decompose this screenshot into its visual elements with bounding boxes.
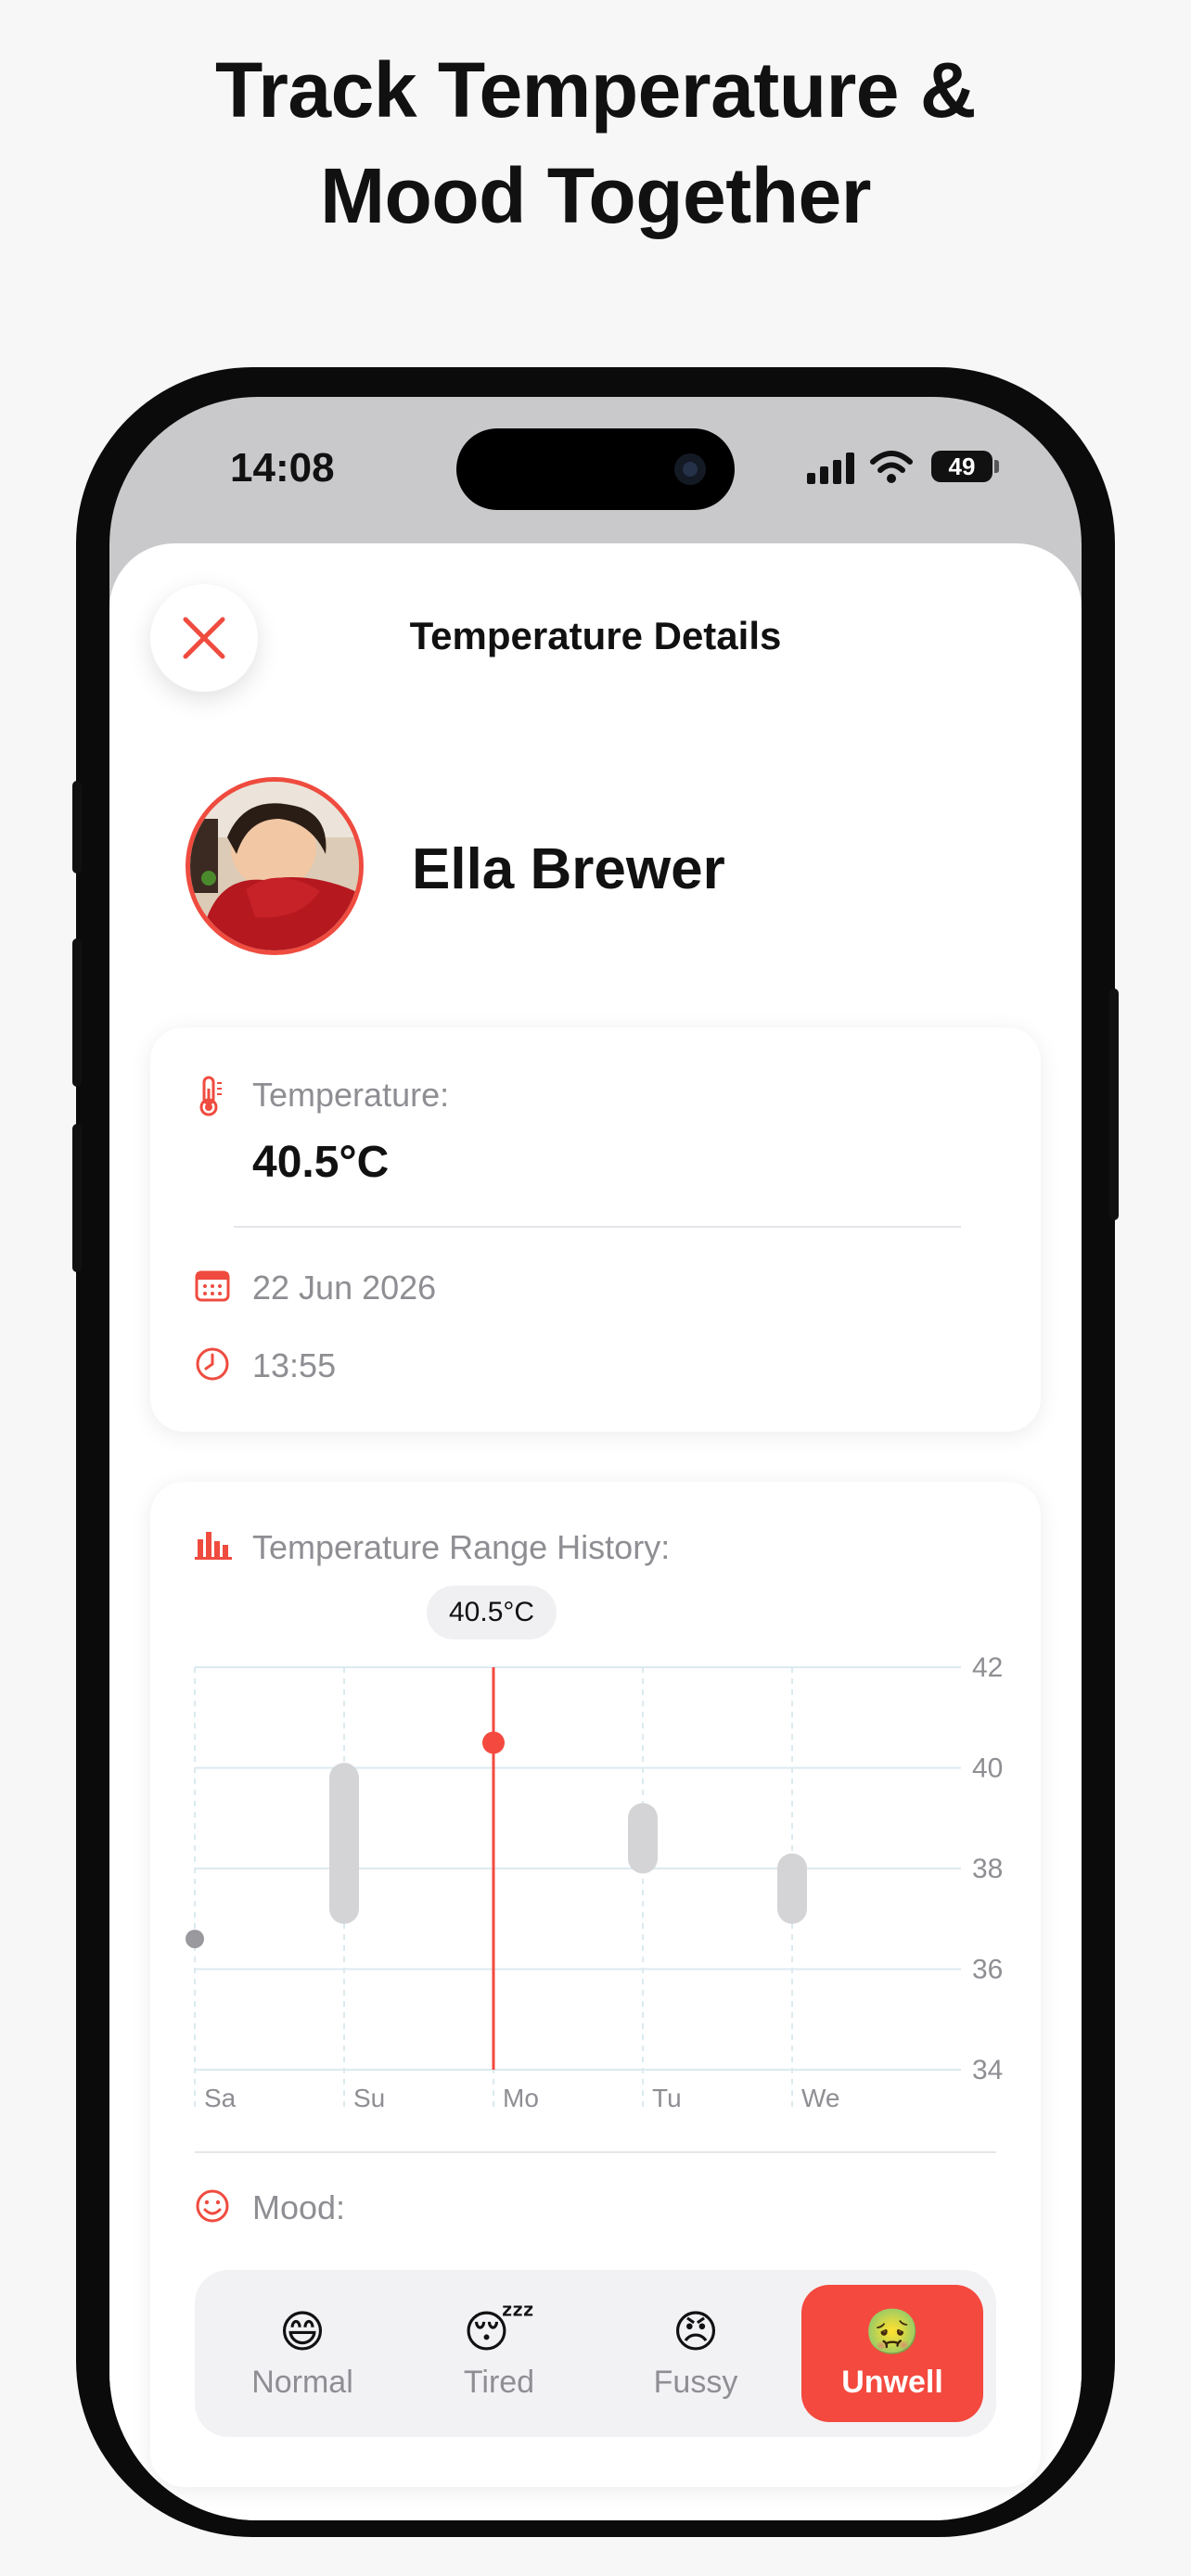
action-button (72, 781, 82, 874)
mood-option-label: Tired (463, 2364, 535, 2400)
mood-option-label: Normal (251, 2364, 353, 2400)
clock-icon (196, 1347, 229, 1381)
smiley-icon (196, 2189, 229, 2223)
range-bar (628, 1803, 658, 1874)
mood-label: Mood: (252, 2188, 346, 2226)
range-bar (329, 1763, 359, 1924)
mood-divider (195, 2151, 996, 2153)
details-divider (234, 1226, 961, 1228)
single-point (186, 1929, 204, 1948)
status-bar: 14:08 49 (109, 397, 1082, 545)
grinning-face-icon: 😄 (278, 2307, 327, 2357)
y-tick-label: 38 (972, 1854, 1003, 1884)
selected-point (482, 1731, 505, 1754)
battery-icon: 49 (931, 451, 992, 482)
status-time: 14:08 (230, 445, 335, 491)
avatar (186, 777, 364, 955)
wifi-icon (870, 451, 913, 483)
temperature-details-sheet: Temperature Details Ella Brewer Temperat… (109, 543, 1082, 2520)
y-tick-label: 42 (972, 1652, 1003, 1683)
mood-option-unwell[interactable]: 🤢 Unwell (801, 2285, 983, 2422)
mood-option-label: Fussy (653, 2364, 738, 2400)
temperature-label: Temperature: (252, 1076, 450, 1114)
thermometer-icon (199, 1076, 222, 1116)
mood-option-tired[interactable]: 😴 Tired (408, 2285, 590, 2422)
sheet-title: Temperature Details (409, 614, 782, 657)
x-tick-label: Sa (204, 2084, 237, 2112)
range-bar (777, 1853, 807, 1924)
y-tick-label: 36 (972, 1955, 1003, 1985)
temperature-history-card: Temperature Range History: 40.5°C 42 40 38… (150, 1482, 1041, 2487)
volume-down-button (72, 1124, 82, 1272)
sleeping-face-icon: 😴 (463, 2307, 535, 2357)
y-tick-label: 40 (972, 1753, 1003, 1784)
headline-line-1: Track Temperature & (215, 46, 976, 134)
calendar-icon (195, 1270, 230, 1302)
mood-option-fussy[interactable]: 😠 Fussy (605, 2285, 787, 2422)
time-value: 13:55 (252, 1346, 337, 1384)
x-tick-label: Su (353, 2084, 385, 2112)
x-tick-label: Tu (652, 2084, 682, 2112)
battery-level: 49 (948, 452, 976, 480)
child-photo (190, 782, 359, 950)
headline-line-2: Mood Together (320, 152, 871, 239)
x-tick-label: We (801, 2084, 840, 2112)
battery-tip (994, 460, 999, 473)
temperature-value: 40.5°C (252, 1138, 390, 1187)
headline: Track Temperature & Mood Together (0, 37, 1191, 249)
phone-screen: 14:08 49 Temperature Details Ella Brewer… (109, 397, 1082, 2520)
y-tick-label: 34 (972, 2055, 1003, 2085)
mood-option-label: Unwell (841, 2364, 943, 2400)
camera-lens (674, 453, 706, 485)
volume-up-button (72, 938, 82, 1087)
signal-icon (807, 453, 854, 484)
temperature-details-card: Temperature: 40.5°C 22 Jun 2026 13:55 (150, 1027, 1041, 1432)
date-value: 22 Jun 2026 (252, 1269, 437, 1307)
angry-face-icon: 😠 (672, 2307, 720, 2357)
temperature-range-chart[interactable]: 42 40 38 36 34 Sa Su Mo Tu We (150, 1482, 1041, 2131)
mood-option-normal[interactable]: 😄 Normal (211, 2285, 393, 2422)
nauseated-face-icon: 🤢 (864, 2307, 920, 2357)
x-tick-label: Mo (503, 2084, 539, 2112)
child-name: Ella Brewer (412, 837, 725, 901)
power-button (1109, 988, 1119, 1220)
mood-selector: 😄 Normal 😴 Tired 😠 Fussy 🤢 Unwell (195, 2270, 996, 2437)
